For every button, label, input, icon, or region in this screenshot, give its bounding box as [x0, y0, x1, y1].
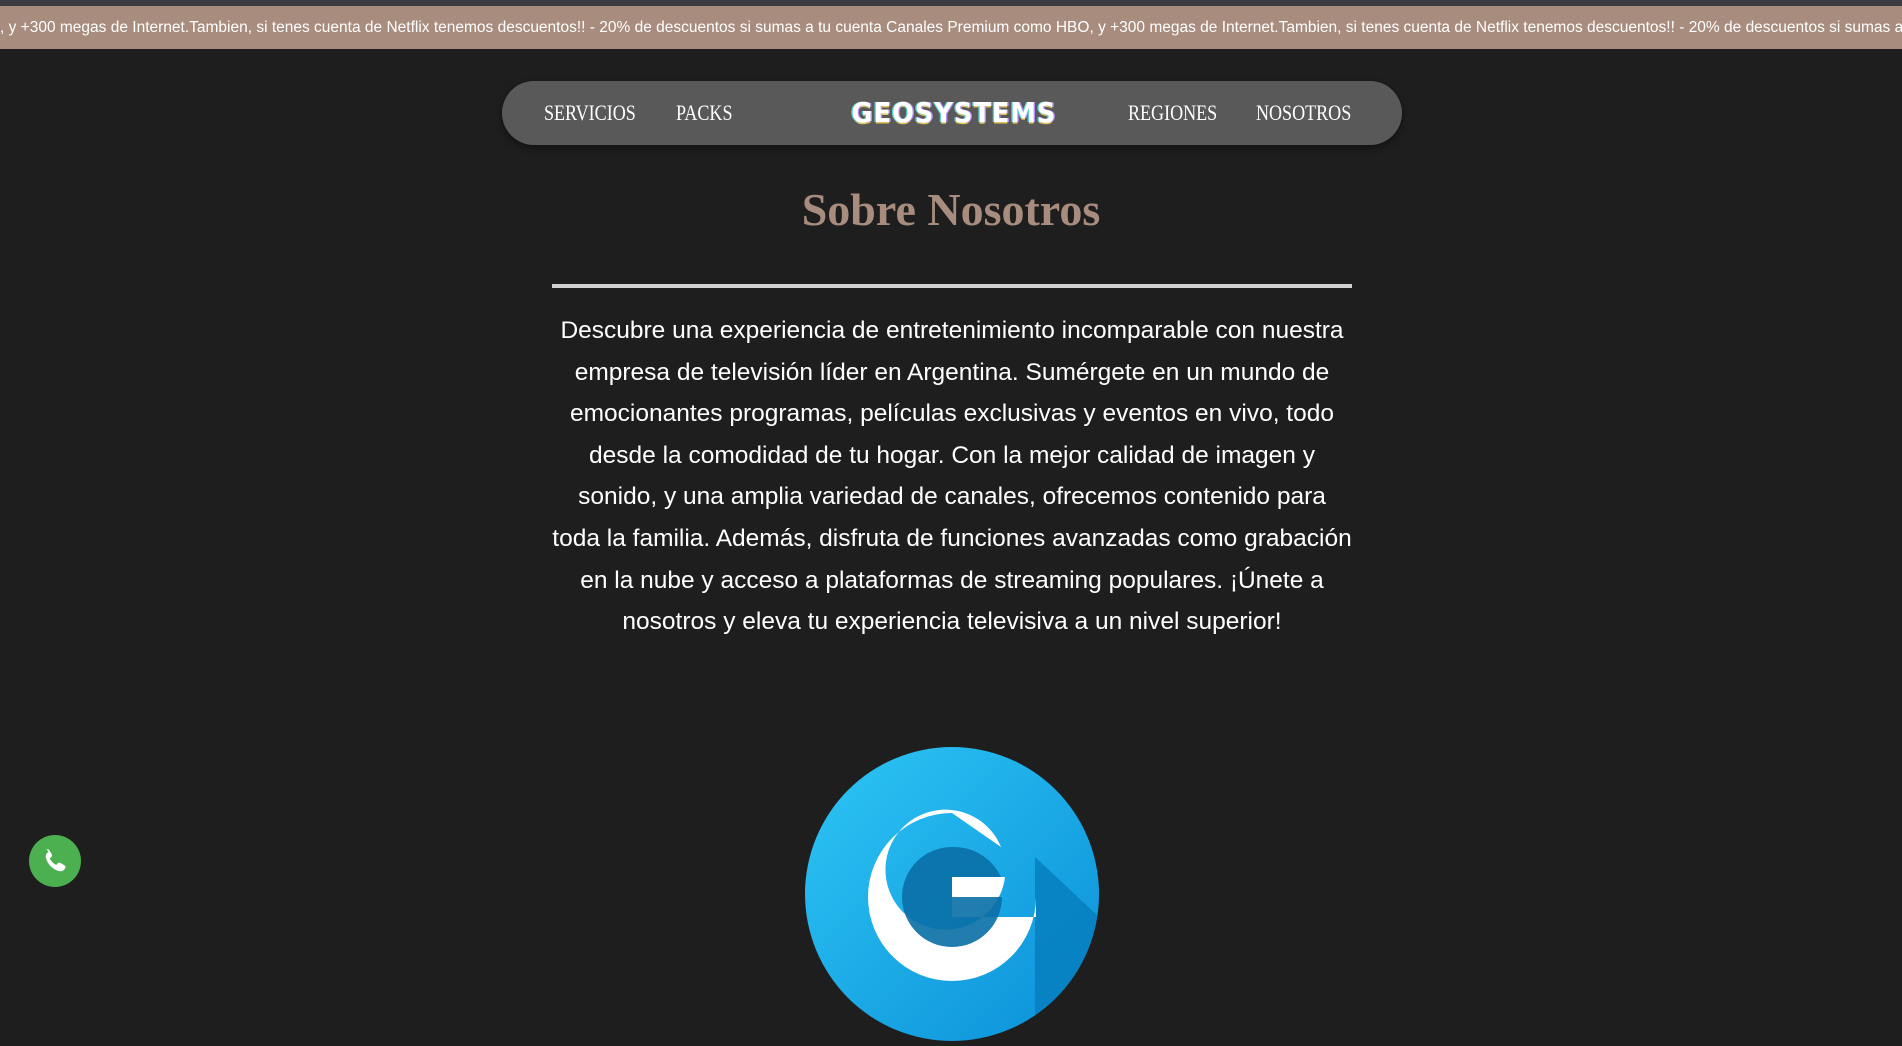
nav-link-servicios[interactable]: Servicios [544, 81, 636, 145]
promo-marquee: , y +300 megas de Internet.Tambien, si t… [0, 6, 1902, 49]
about-description: Descubre una experiencia de entretenimie… [552, 317, 1352, 636]
nav-link-regiones[interactable]: Regiones [1128, 81, 1217, 145]
main-navbar: Servicios Packs GEOSYSTEMS Regiones Noso… [502, 81, 1402, 145]
g-brand-logo-icon [805, 747, 1099, 1041]
whatsapp-icon [45, 849, 66, 872]
nav-link-nosotros[interactable]: Nosotros [1256, 81, 1351, 145]
about-title: Sobre Nosotros [801, 184, 1101, 235]
title-divider [552, 284, 1352, 288]
whatsapp-button[interactable] [29, 835, 81, 887]
nav-link-packs[interactable]: Packs [676, 81, 733, 145]
site-logo[interactable]: GEOSYSTEMS [851, 95, 1055, 131]
marquee-text: , y +300 megas de Internet.Tambien, si t… [0, 19, 1902, 36]
